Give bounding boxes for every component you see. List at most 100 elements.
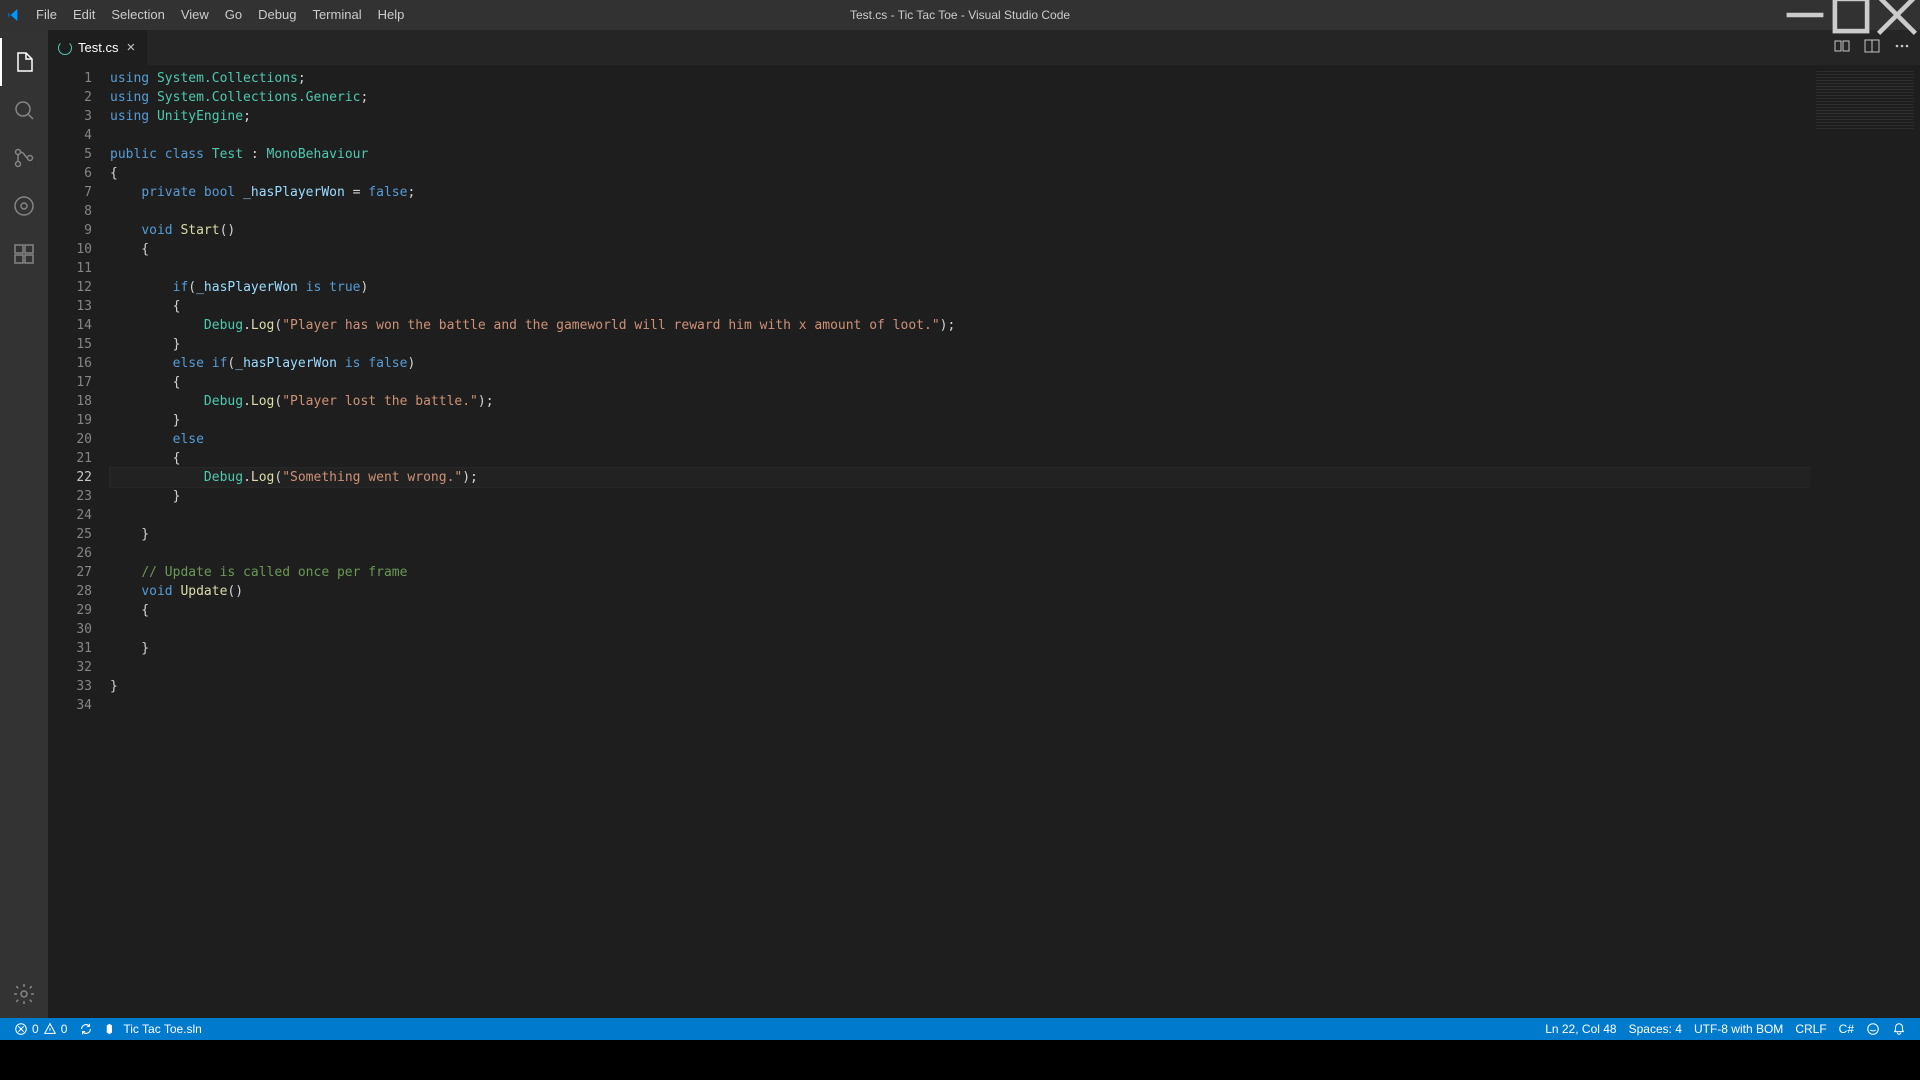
code-line[interactable]: }: [110, 335, 1810, 354]
menu-view[interactable]: View: [173, 0, 217, 30]
code-line[interactable]: }: [110, 487, 1810, 506]
minimize-button[interactable]: [1782, 0, 1828, 30]
csharp-file-icon: [58, 41, 72, 55]
explorer-activity-icon[interactable]: [0, 38, 48, 86]
line-number: 17: [48, 373, 92, 392]
code-line[interactable]: public class Test : MonoBehaviour: [110, 145, 1810, 164]
line-number: 15: [48, 335, 92, 354]
code-line[interactable]: [110, 696, 1810, 715]
status-language[interactable]: C#: [1833, 1018, 1860, 1040]
code-line[interactable]: {: [110, 240, 1810, 259]
code-content[interactable]: using System.Collections;using System.Co…: [110, 65, 1810, 1018]
code-line[interactable]: {: [110, 373, 1810, 392]
close-button[interactable]: [1874, 0, 1920, 30]
status-solution-name: Tic Tac Toe.sln: [123, 1022, 201, 1036]
status-encoding[interactable]: UTF-8 with BOM: [1688, 1018, 1789, 1040]
code-line[interactable]: {: [110, 449, 1810, 468]
search-activity-icon[interactable]: [0, 86, 48, 134]
editor-tabs: Test.cs ×: [48, 30, 1920, 65]
split-editor-icon[interactable]: [1864, 38, 1880, 57]
source-control-activity-icon[interactable]: [0, 134, 48, 182]
code-line[interactable]: [110, 620, 1810, 639]
code-line[interactable]: {: [110, 164, 1810, 183]
code-line[interactable]: else: [110, 430, 1810, 449]
status-feedback-icon[interactable]: [1860, 1018, 1886, 1040]
status-notifications-icon[interactable]: [1886, 1018, 1912, 1040]
menu-debug[interactable]: Debug: [250, 0, 304, 30]
menu-file[interactable]: File: [28, 0, 65, 30]
code-line[interactable]: }: [110, 639, 1810, 658]
menu-selection[interactable]: Selection: [103, 0, 172, 30]
vscode-window: FileEditSelectionViewGoDebugTerminalHelp…: [0, 0, 1920, 1040]
extensions-activity-icon[interactable]: [0, 230, 48, 278]
code-line[interactable]: }: [110, 677, 1810, 696]
tab-test-cs[interactable]: Test.cs ×: [48, 30, 148, 65]
line-number: 27: [48, 563, 92, 582]
tab-close-icon[interactable]: ×: [124, 39, 137, 56]
line-number: 28: [48, 582, 92, 601]
code-line[interactable]: {: [110, 601, 1810, 620]
code-line[interactable]: [110, 202, 1810, 221]
status-cursor-position[interactable]: Ln 22, Col 48: [1539, 1018, 1622, 1040]
status-solution[interactable]: Tic Tac Toe.sln: [99, 1018, 207, 1040]
line-number-gutter: 1234567891011121314151617181920212223242…: [48, 65, 110, 1018]
minimap[interactable]: [1810, 65, 1920, 1018]
code-line[interactable]: [110, 658, 1810, 677]
line-number: 14: [48, 316, 92, 335]
status-errors-count: 0: [32, 1022, 39, 1036]
line-number: 31: [48, 639, 92, 658]
editor-body[interactable]: 1234567891011121314151617181920212223242…: [48, 65, 1920, 1018]
more-actions-icon[interactable]: [1894, 38, 1910, 57]
status-sync-icon[interactable]: [73, 1018, 99, 1040]
code-line[interactable]: Debug.Log("Player has won the battle and…: [110, 316, 1810, 335]
code-line[interactable]: using System.Collections;: [110, 69, 1810, 88]
line-number: 20: [48, 430, 92, 449]
code-line[interactable]: void Update(): [110, 582, 1810, 601]
code-line[interactable]: if(_hasPlayerWon is true): [110, 278, 1810, 297]
line-number: 1: [48, 69, 92, 88]
code-line[interactable]: private bool _hasPlayerWon = false;: [110, 183, 1810, 202]
code-line[interactable]: [110, 544, 1810, 563]
code-line[interactable]: [110, 126, 1810, 145]
maximize-button[interactable]: [1828, 0, 1874, 30]
line-number: 22: [48, 468, 92, 487]
code-line[interactable]: using System.Collections.Generic;: [110, 88, 1810, 107]
debug-activity-icon[interactable]: [0, 182, 48, 230]
code-line[interactable]: else if(_hasPlayerWon is false): [110, 354, 1810, 373]
menu-go[interactable]: Go: [217, 0, 250, 30]
menu-help[interactable]: Help: [370, 0, 413, 30]
status-problems[interactable]: 0 0: [8, 1018, 73, 1040]
menu-edit[interactable]: Edit: [65, 0, 103, 30]
code-line[interactable]: Debug.Log("Something went wrong.");: [110, 468, 1810, 487]
code-line[interactable]: // Update is called once per frame: [110, 563, 1810, 582]
tab-label: Test.cs: [78, 40, 118, 55]
line-number: 6: [48, 164, 92, 183]
code-line[interactable]: using UnityEngine;: [110, 107, 1810, 126]
line-number: 18: [48, 392, 92, 411]
status-indentation[interactable]: Spaces: 4: [1623, 1018, 1688, 1040]
line-number: 3: [48, 107, 92, 126]
code-line[interactable]: }: [110, 525, 1810, 544]
line-number: 21: [48, 449, 92, 468]
line-number: 23: [48, 487, 92, 506]
line-number: 26: [48, 544, 92, 563]
compare-changes-icon[interactable]: [1834, 38, 1850, 57]
status-eol[interactable]: CRLF: [1789, 1018, 1832, 1040]
title-bar: FileEditSelectionViewGoDebugTerminalHelp…: [0, 0, 1920, 30]
window-controls: [1782, 0, 1920, 30]
code-line[interactable]: }: [110, 411, 1810, 430]
line-number: 11: [48, 259, 92, 278]
line-number: 29: [48, 601, 92, 620]
settings-gear-icon[interactable]: [0, 970, 48, 1018]
line-number: 8: [48, 202, 92, 221]
line-number: 10: [48, 240, 92, 259]
status-warnings-count: 0: [61, 1022, 68, 1036]
code-line[interactable]: [110, 259, 1810, 278]
code-line[interactable]: [110, 506, 1810, 525]
menu-bar: FileEditSelectionViewGoDebugTerminalHelp: [28, 0, 412, 30]
code-line[interactable]: void Start(): [110, 221, 1810, 240]
code-line[interactable]: Debug.Log("Player lost the battle.");: [110, 392, 1810, 411]
code-line[interactable]: {: [110, 297, 1810, 316]
menu-terminal[interactable]: Terminal: [304, 0, 369, 30]
window-title: Test.cs - Tic Tac Toe - Visual Studio Co…: [850, 8, 1070, 22]
